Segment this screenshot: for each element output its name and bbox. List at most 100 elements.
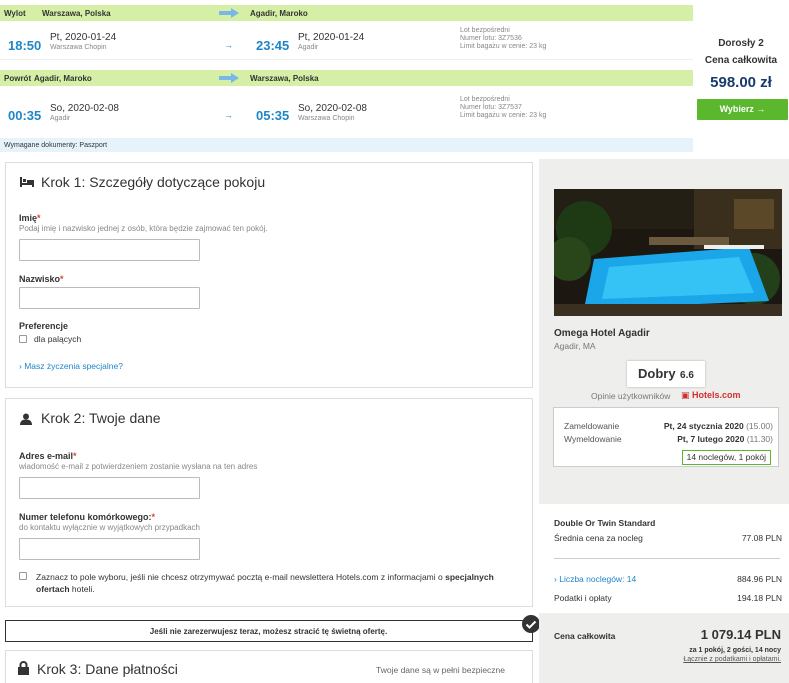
step2-title: Krok 2: Twoje dane bbox=[41, 410, 161, 426]
outbound-arr-time: 23:45 bbox=[256, 38, 290, 53]
price-breakdown: Double Or Twin Standard Średnia cena za … bbox=[539, 504, 789, 613]
special-requests-label: Masz życzenia specjalne? bbox=[24, 361, 123, 371]
email-input[interactable] bbox=[19, 477, 200, 499]
first-name-label: Imię* bbox=[19, 213, 41, 223]
outbound-header: Wylot Warszawa, Polska Agadir, Maroko bbox=[0, 5, 693, 21]
outbound-dep-date: Pt, 2020-01-24 bbox=[50, 32, 117, 43]
arrow-icon: → bbox=[756, 104, 766, 114]
return-info: Lot bezpośredni Numer lotu: 3Z7537 Limit… bbox=[460, 96, 546, 120]
outbound-label: Wylot bbox=[4, 9, 26, 18]
return-row: 00:35 So, 2020-02-08 Agadir → 05:35 So, … bbox=[0, 87, 693, 137]
phone-hint: do kontaktu wyłącznie w wyjątkowych przy… bbox=[19, 523, 200, 532]
hotel-pool-image bbox=[554, 189, 782, 316]
step1-title: Krok 1: Szczegóły dotyczące pokoju bbox=[41, 174, 266, 190]
outbound-arr-date: Pt, 2020-01-24 bbox=[298, 32, 365, 43]
return-arr-date: So, 2020-02-08 bbox=[298, 103, 367, 114]
checkout-value: Pt, 7 lutego 2020 (11.30) bbox=[677, 434, 773, 444]
urgency-text: Jeśli nie zarezerwujesz teraz, możesz st… bbox=[149, 627, 388, 636]
outbound-to: Agadir, Maroko bbox=[250, 9, 308, 18]
first-name-hint: Podaj imię i nazwisko jednej z osób, któ… bbox=[19, 224, 268, 233]
nights-value: 884.96 PLN bbox=[737, 574, 782, 584]
step2-panel: Krok 2: Twoje dane Adres e-mail* wiadomo… bbox=[5, 398, 533, 607]
stay-dates-card: Zameldowanie Pt, 24 stycznia 2020 (15.00… bbox=[553, 407, 779, 467]
return-to: Warszawa, Polska bbox=[250, 74, 319, 83]
chevron-right-icon: › bbox=[554, 574, 557, 584]
bed-icon bbox=[20, 177, 34, 187]
step3-title: Krok 3: Dane płatności bbox=[37, 661, 178, 677]
return-arr-airport: Warszawa Chopin bbox=[298, 115, 355, 122]
tax-value: 194.18 PLN bbox=[737, 593, 782, 603]
outbound-info-number: Numer lotu: 3Z7536 bbox=[460, 35, 522, 42]
step3-panel: Krok 3: Dane płatności Twoje dane są w p… bbox=[5, 650, 533, 683]
checkin-label: Zameldowanie bbox=[564, 421, 620, 431]
phone-label: Numer telefonu komórkowego:* bbox=[19, 512, 156, 522]
newsletter-checkbox[interactable] bbox=[19, 572, 27, 580]
outbound-row: 18:50 Pt, 2020-01-24 Warszawa Chopin → 2… bbox=[0, 22, 693, 60]
hotel-name: Omega Hotel Agadir bbox=[554, 328, 650, 339]
return-info-baggage: Limit bagażu w cenie: 23 kg bbox=[460, 112, 547, 119]
flight-total-label: Cena całkowita bbox=[704, 55, 778, 66]
booking-page: Wylot Warszawa, Polska Agadir, Maroko 18… bbox=[0, 0, 789, 683]
return-from: Agadir, Maroko bbox=[34, 74, 92, 83]
hotels-brand: ▣ Hotels.com bbox=[681, 390, 741, 400]
nights-badge: 14 noclegów, 1 pokój bbox=[681, 450, 771, 465]
return-info-direct: Lot bezpośredni bbox=[460, 96, 510, 103]
nights-link[interactable]: › Liczba noclegów: 14 bbox=[554, 574, 636, 584]
last-name-label: Nazwisko* bbox=[19, 274, 64, 284]
checkmark-icon bbox=[522, 615, 540, 633]
required-documents: Wymagane dokumenty: Paszport bbox=[0, 138, 693, 152]
lock-icon bbox=[18, 661, 29, 675]
hotel-total-sub2[interactable]: Łącznie z podatkami i opłatami. bbox=[683, 656, 781, 663]
tax-label: Podatki i opłaty bbox=[554, 593, 612, 603]
flight-price-box: Dorosły 2 Cena całkowita 598.00 zł bbox=[693, 0, 789, 152]
outbound-info-direct: Lot bezpośredni bbox=[460, 27, 510, 34]
outbound-dep-time: 18:50 bbox=[8, 38, 42, 53]
avg-price-value: 77.08 PLN bbox=[741, 533, 782, 543]
email-label: Adres e-mail* bbox=[19, 451, 77, 461]
arrow-icon: → bbox=[224, 40, 233, 50]
outbound-arr-airport: Agadir bbox=[298, 44, 319, 51]
outbound-dep-airport: Warszawa Chopin bbox=[50, 44, 107, 51]
outbound-info-baggage: Limit bagażu w cenie: 23 kg bbox=[460, 43, 547, 50]
divider bbox=[554, 558, 780, 559]
hotel-location: Agadir, MA bbox=[554, 341, 596, 351]
phone-input[interactable] bbox=[19, 538, 200, 560]
arrow-right-icon bbox=[219, 73, 239, 83]
arrow-right-icon bbox=[219, 8, 239, 18]
select-button[interactable]: Wybierz → bbox=[697, 99, 788, 120]
secure-note: Twoje dane są w pełni bezpieczne bbox=[376, 665, 505, 675]
hotel-total-sub: za 1 pokój, 2 gości, 14 nocy bbox=[689, 647, 781, 654]
smoking-checkbox[interactable] bbox=[19, 335, 27, 343]
hotel-photo bbox=[554, 189, 782, 316]
first-name-input[interactable] bbox=[19, 239, 200, 261]
rating-badge: Dobry 6.6 bbox=[627, 361, 705, 387]
special-requests-link[interactable]: › Masz życzenia specjalne? bbox=[19, 361, 123, 371]
passengers: Dorosły 2 bbox=[718, 38, 764, 49]
checkin-value: Pt, 24 stycznia 2020 (15.00) bbox=[663, 421, 773, 431]
flight-total-amount: 598.00 zł bbox=[710, 74, 772, 91]
arrow-icon: → bbox=[224, 110, 233, 120]
outbound-from: Warszawa, Polska bbox=[42, 9, 111, 18]
return-header: Powrót Agadir, Maroko Warszawa, Polska bbox=[0, 70, 693, 86]
booking-summary: Omega Hotel Agadir Agadir, MA Dobry 6.6 … bbox=[539, 159, 789, 683]
rating-word: Dobry bbox=[638, 366, 676, 381]
user-icon bbox=[20, 413, 32, 425]
hotel-total-label: Cena całkowita bbox=[554, 631, 616, 641]
urgency-banner: Jeśli nie zarezerwujesz teraz, możesz st… bbox=[5, 620, 533, 642]
preferences-label: Preferencje bbox=[19, 321, 69, 331]
hotel-total-value: 1 079.14 PLN bbox=[700, 627, 781, 642]
return-dep-airport: Agadir bbox=[50, 115, 71, 122]
avg-price-label: Średnia cena za nocleg bbox=[554, 533, 643, 543]
room-type: Double Or Twin Standard bbox=[554, 518, 656, 528]
chevron-right-icon: › bbox=[19, 361, 22, 371]
return-label: Powrót bbox=[4, 74, 32, 83]
checkout-label: Wymeldowanie bbox=[564, 434, 622, 444]
rating-value: 6.6 bbox=[680, 370, 694, 381]
return-info-number: Numer lotu: 3Z7537 bbox=[460, 104, 522, 111]
return-dep-time: 00:35 bbox=[8, 108, 42, 123]
hotel-logo-icon: ▣ bbox=[681, 390, 690, 400]
last-name-input[interactable] bbox=[19, 287, 200, 309]
smoking-label: dla palących bbox=[34, 334, 82, 344]
select-button-label: Wybierz bbox=[719, 104, 754, 114]
newsletter-text: Zaznacz to pole wyboru, jeśli nie chcesz… bbox=[36, 572, 494, 594]
